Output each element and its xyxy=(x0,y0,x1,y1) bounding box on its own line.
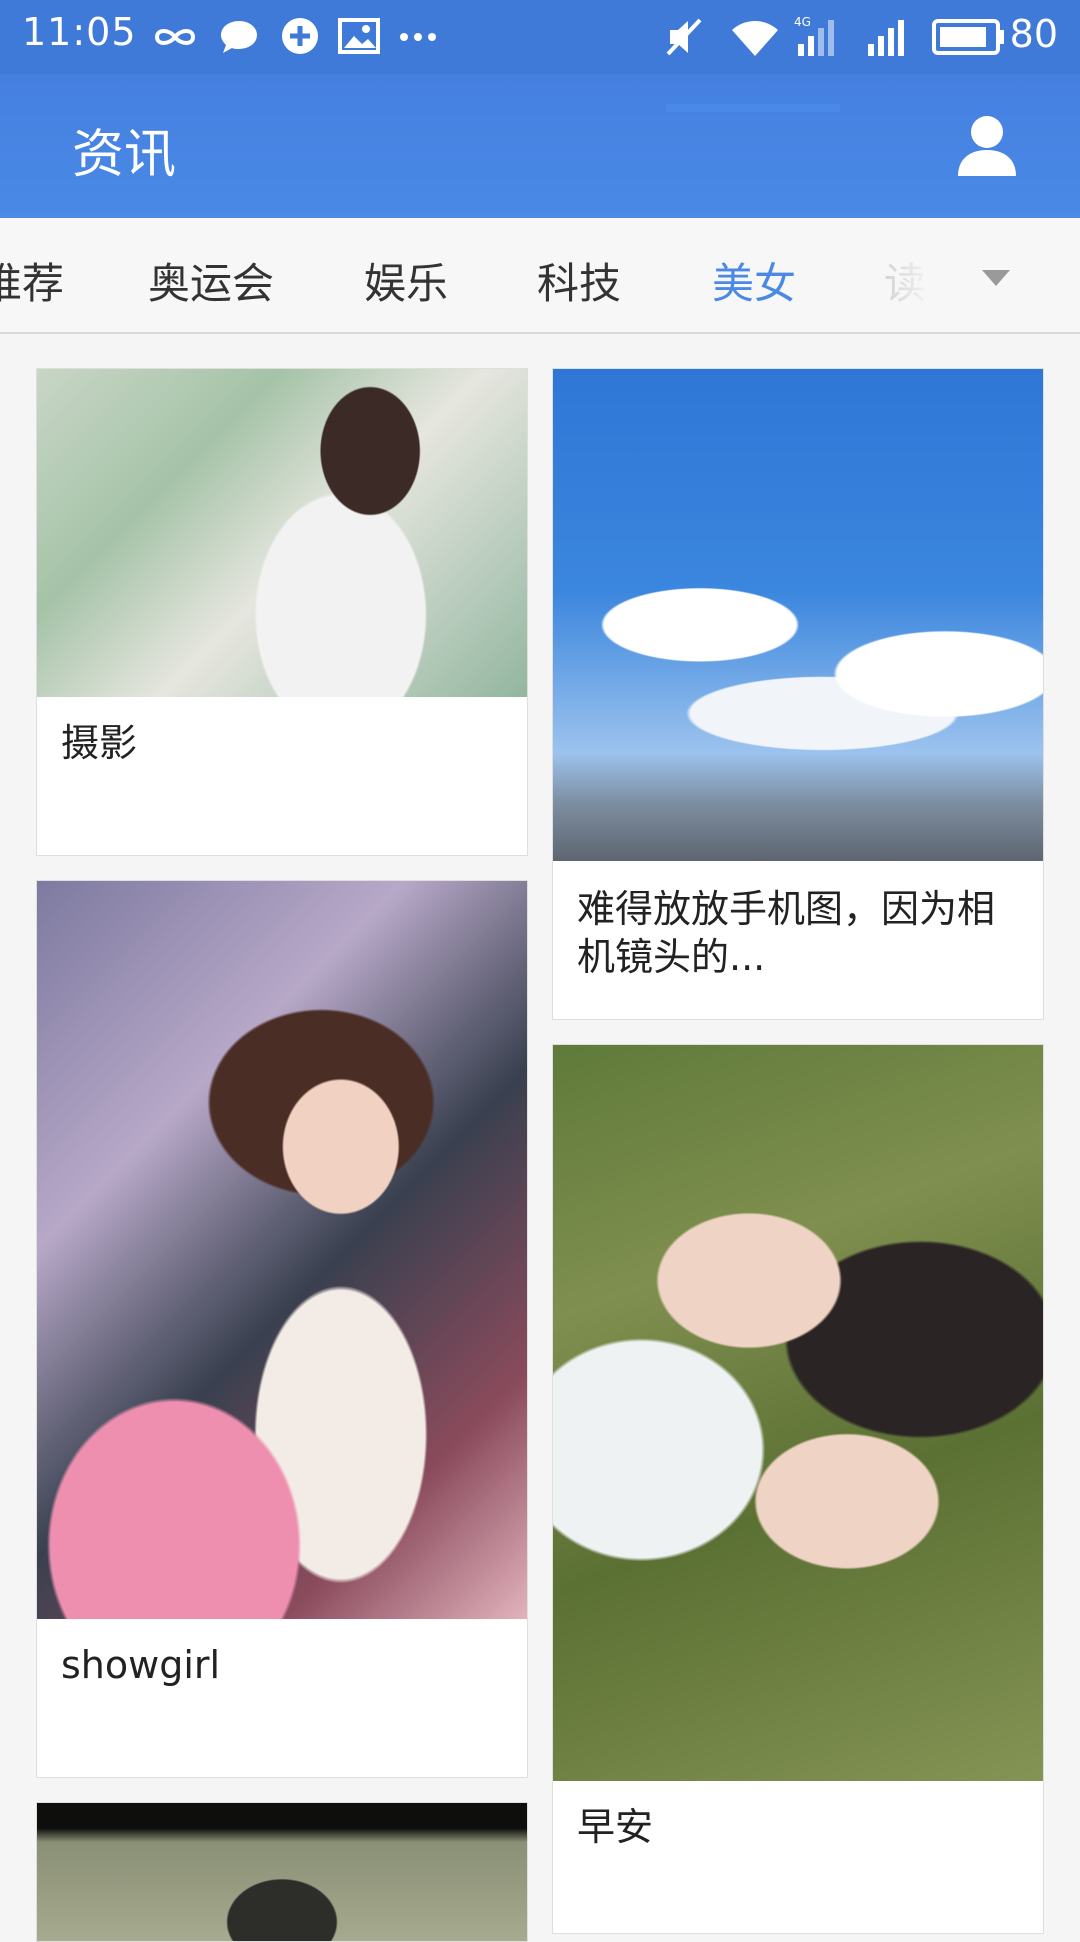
battery-icon xyxy=(932,19,1004,55)
card-image xyxy=(553,1045,1043,1781)
sync-app-icon xyxy=(282,18,318,54)
card-image xyxy=(37,1803,527,1941)
tab-entertainment[interactable]: 娱乐 xyxy=(364,250,448,311)
card-image xyxy=(37,881,527,1619)
card-caption: 摄影 xyxy=(61,721,138,765)
chat-bubble-icon xyxy=(221,21,257,53)
tab-beauty[interactable]: 美女 xyxy=(712,250,796,311)
feed-card[interactable] xyxy=(36,1802,528,1942)
infinity-icon xyxy=(154,29,196,45)
status-time: 11:05 xyxy=(22,10,137,54)
more-dots-icon xyxy=(400,33,436,41)
battery-level: 80 xyxy=(1009,12,1058,56)
tab-recommend[interactable]: 推荐 xyxy=(0,250,64,311)
tab-technology[interactable]: 科技 xyxy=(537,250,621,311)
active-tab-indicator xyxy=(666,104,840,112)
app-title: 资讯 xyxy=(72,125,177,185)
app-bar: 资讯 xyxy=(0,74,1080,218)
status-bar: 11:05 4G 80 xyxy=(0,0,1080,74)
mute-icon xyxy=(666,18,702,56)
feed-card[interactable]: 摄影 xyxy=(36,368,528,856)
category-tabs: 推荐 奥运会 娱乐 科技 美女 读 xyxy=(0,218,1080,334)
wifi-icon xyxy=(732,21,778,56)
feed-card[interactable]: 早安 xyxy=(552,1044,1044,1934)
feed-card[interactable]: 难得放放手机图，因为相机镜头的... xyxy=(552,368,1044,1020)
chevron-down-icon[interactable] xyxy=(982,270,1010,286)
feed-card[interactable]: showgirl xyxy=(36,880,528,1778)
person-icon[interactable] xyxy=(952,112,1022,182)
signal-4g-icon: 4G xyxy=(794,15,834,56)
card-caption: 早安 xyxy=(577,1805,654,1849)
tabs-fade-overlay xyxy=(850,218,1080,332)
signal-icon xyxy=(868,20,904,56)
card-caption: 难得放放手机图，因为相机镜头的... xyxy=(577,887,996,979)
card-image xyxy=(37,369,527,697)
image-icon xyxy=(338,18,380,54)
card-image xyxy=(553,369,1043,861)
tab-olympics[interactable]: 奥运会 xyxy=(148,250,274,311)
network-type-label: 4G xyxy=(794,15,811,29)
card-caption: showgirl xyxy=(61,1643,221,1687)
